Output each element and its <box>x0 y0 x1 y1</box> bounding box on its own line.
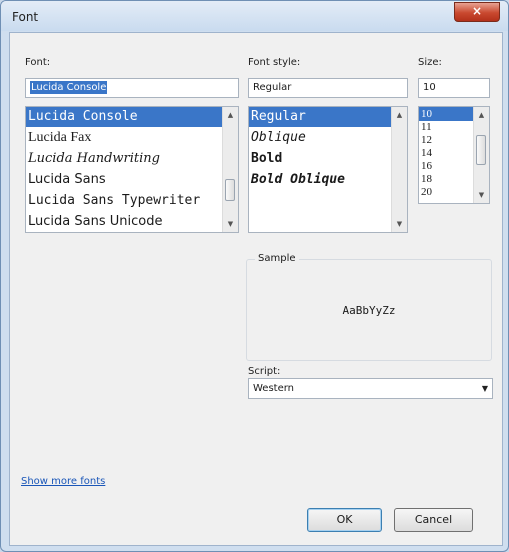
font-style-label: Font style: <box>248 57 301 68</box>
style-option-bold[interactable]: Bold <box>249 148 407 169</box>
size-input[interactable]: 10 <box>418 78 490 98</box>
sample-text: AaBbYyZz <box>342 304 396 317</box>
size-list[interactable]: 10 11 12 14 16 18 20 ▲ ▼ <box>418 106 490 204</box>
font-option-lucida-sans[interactable]: Lucida Sans <box>26 169 238 190</box>
script-dropdown-value: Western <box>253 383 295 394</box>
font-option-lucida-console[interactable]: Lucida Console <box>26 107 238 127</box>
scroll-up-arrow-icon[interactable]: ▲ <box>474 108 489 122</box>
ok-button[interactable]: OK <box>307 508 382 532</box>
style-option-bold-oblique[interactable]: Bold Oblique <box>249 169 407 190</box>
font-label: Font: <box>25 57 51 68</box>
scroll-down-arrow-icon[interactable]: ▼ <box>223 217 238 231</box>
font-option-lucida-sans-unicode[interactable]: Lucida Sans Unicode <box>26 211 238 232</box>
scrollbar-thumb[interactable] <box>225 179 235 201</box>
script-dropdown[interactable]: Western ▼ <box>248 378 493 399</box>
font-option-lucida-sans-typewriter[interactable]: Lucida Sans Typewriter <box>26 190 238 211</box>
font-list-scrollbar[interactable]: ▲ ▼ <box>222 107 238 232</box>
cancel-button[interactable]: Cancel <box>394 508 473 532</box>
dialog-body: Font: Lucida Console Lucida Console Luci… <box>9 32 503 546</box>
font-input[interactable]: Lucida Console <box>25 78 239 98</box>
scrollbar-thumb[interactable] <box>476 135 486 165</box>
style-option-oblique[interactable]: Oblique <box>249 127 407 148</box>
font-style-list[interactable]: Regular Oblique Bold Bold Oblique ▲ ▼ <box>248 106 408 233</box>
font-option-lucida-handwriting[interactable]: Lucida Handwriting <box>26 148 238 169</box>
show-more-fonts-link[interactable]: Show more fonts <box>21 476 105 487</box>
close-icon: × <box>471 4 483 18</box>
font-input-value: Lucida Console <box>30 81 108 94</box>
script-label: Script: <box>248 366 281 377</box>
size-list-scrollbar[interactable]: ▲ ▼ <box>473 107 489 203</box>
size-label: Size: <box>418 57 442 68</box>
scroll-up-arrow-icon[interactable]: ▲ <box>392 108 407 122</box>
sample-label: Sample <box>255 253 299 264</box>
font-dialog: Font × Font: Lucida Console Lucida Conso… <box>0 0 509 552</box>
scroll-up-arrow-icon[interactable]: ▲ <box>223 108 238 122</box>
title-bar[interactable]: Font × <box>1 1 508 31</box>
style-option-regular[interactable]: Regular <box>249 107 407 127</box>
font-style-input[interactable]: Regular <box>248 78 408 98</box>
dialog-title: Font <box>12 10 39 24</box>
font-option-lucida-fax[interactable]: Lucida Fax <box>26 127 238 148</box>
close-button[interactable]: × <box>454 2 500 22</box>
scroll-down-arrow-icon[interactable]: ▼ <box>474 188 489 202</box>
sample-group: Sample AaBbYyZz <box>246 253 492 361</box>
scroll-down-arrow-icon[interactable]: ▼ <box>392 217 407 231</box>
chevron-down-icon: ▼ <box>481 384 488 393</box>
font-list[interactable]: Lucida Console Lucida Fax Lucida Handwri… <box>25 106 239 233</box>
font-style-list-scrollbar[interactable]: ▲ ▼ <box>391 107 407 232</box>
